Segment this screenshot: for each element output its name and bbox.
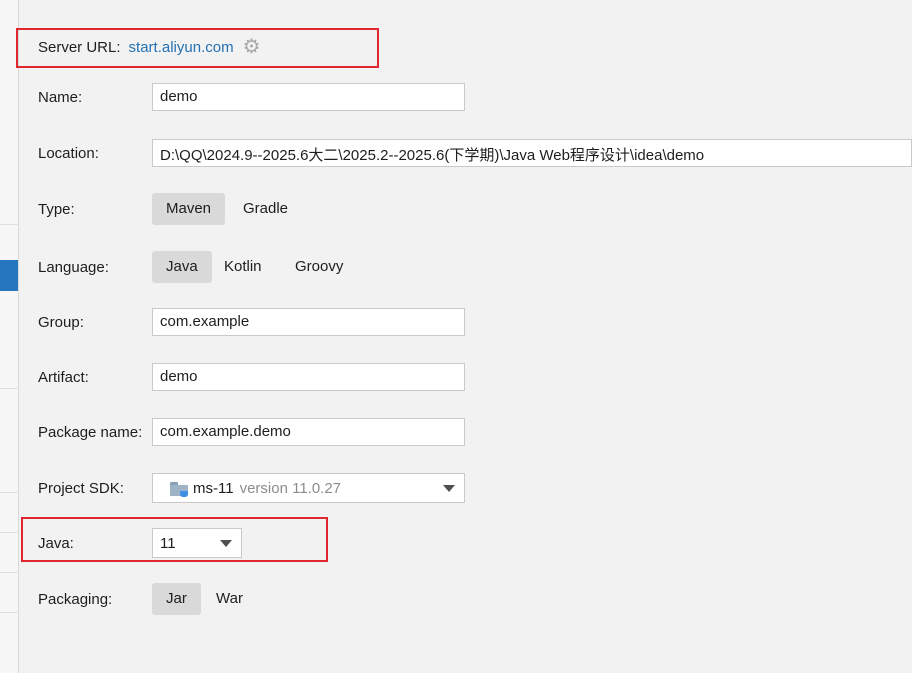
packaging-label: Packaging: (38, 591, 113, 608)
group-field[interactable]: com.example (152, 308, 465, 336)
packaging-option-war[interactable]: War (202, 583, 257, 615)
language-option-kotlin[interactable]: Kotlin (210, 251, 276, 283)
project-sdk-combo[interactable]: ms-11 version 11.0.27 (152, 473, 465, 503)
packaging-option-jar[interactable]: Jar (152, 583, 201, 615)
location-label: Location: (38, 145, 99, 162)
group-label: Group: (38, 314, 84, 331)
sidebar-divider (0, 612, 18, 613)
chevron-down-icon (220, 540, 232, 547)
project-sdk-label: Project SDK: (38, 480, 124, 497)
java-version-combo[interactable]: 11 (152, 528, 242, 558)
sidebar-divider (0, 532, 18, 533)
language-selector: Java Kotlin Groovy (152, 251, 652, 283)
project-sdk-name: ms-11 (193, 479, 234, 497)
package-name-label: Package name: (38, 424, 143, 441)
location-field[interactable]: D:\QQ\2024.9--2025.6大二\2025.2--2025.6(下学… (152, 139, 912, 167)
language-option-java[interactable]: Java (152, 251, 212, 283)
project-sdk-version: version 11.0.27 (239, 479, 342, 497)
name-field[interactable]: demo (152, 83, 465, 111)
chevron-down-icon (443, 485, 455, 492)
type-option-gradle[interactable]: Gradle (229, 193, 302, 225)
sidebar-divider (0, 492, 18, 493)
server-url-link[interactable]: start.aliyun.com (129, 39, 234, 56)
java-label: Java: (38, 535, 74, 552)
sidebar-divider (0, 388, 18, 389)
type-selector: Maven Gradle (152, 193, 652, 225)
sidebar-divider (0, 224, 18, 225)
sidebar-selected-item[interactable] (0, 260, 18, 291)
language-label: Language: (38, 259, 109, 276)
type-option-maven[interactable]: Maven (152, 193, 226, 225)
server-url-row: Server URL: start.aliyun.com ⚙ (38, 37, 261, 57)
jdk-folder-icon (170, 481, 188, 497)
server-url-label: Server URL: (38, 38, 121, 56)
language-option-groovy[interactable]: Groovy (281, 251, 357, 283)
java-version-value: 11 (160, 534, 176, 552)
sidebar-divider (0, 572, 18, 573)
name-label: Name: (38, 89, 83, 106)
artifact-label: Artifact: (38, 369, 89, 386)
package-name-field[interactable]: com.example.demo (152, 418, 465, 446)
gear-icon[interactable]: ⚙ (243, 37, 261, 57)
type-label: Type: (38, 201, 75, 218)
left-sidebar (0, 0, 19, 673)
artifact-field[interactable]: demo (152, 363, 465, 391)
packaging-selector: Jar War (152, 583, 652, 615)
